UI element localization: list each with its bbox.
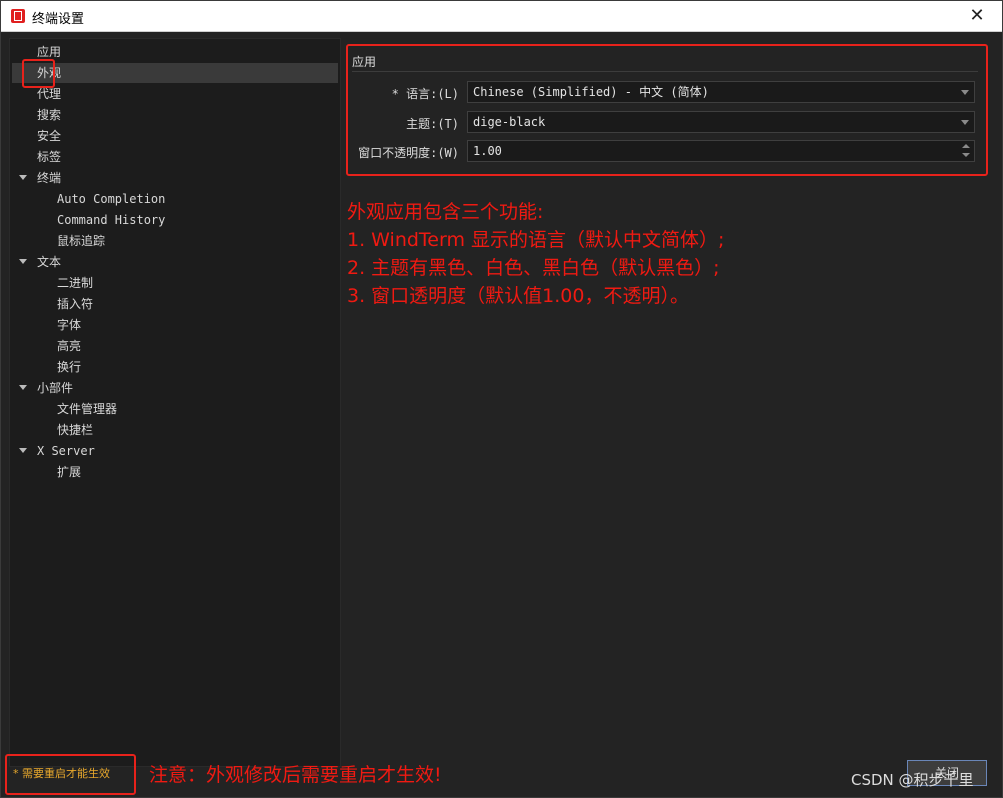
watermark: CSDN @积步千里 xyxy=(851,771,974,789)
sidebar-item-binary[interactable]: 二进制 xyxy=(57,273,93,293)
sidebar-item-caret[interactable]: 插入符 xyxy=(57,294,93,314)
opacity-spinbox[interactable]: 1.00 xyxy=(467,140,975,162)
sidebar-item-x-server[interactable]: X Server xyxy=(37,441,95,461)
expand-caret-icon[interactable] xyxy=(19,446,27,454)
sidebar-item-mouse-tracking[interactable]: 鼠标追踪 xyxy=(57,231,105,251)
restart-annotation: 注意：外观修改后需要重启才生效! xyxy=(149,764,442,786)
sidebar-item-file-manager[interactable]: 文件管理器 xyxy=(57,399,117,419)
theme-select[interactable]: dige-black xyxy=(467,111,975,133)
annotation-line: 2. 主题有黑色、白色、黑白色（默认黑色）; xyxy=(347,257,720,279)
sidebar-item-wrap[interactable]: 换行 xyxy=(57,357,81,377)
annotation-line: 外观应用包含三个功能: xyxy=(347,201,544,223)
window-title: 终端设置 xyxy=(32,12,85,27)
sidebar-item-security[interactable]: 安全 xyxy=(37,126,61,146)
theme-label: 主题:(T) xyxy=(406,117,459,131)
chevron-down-icon xyxy=(961,90,969,95)
sidebar-item-search[interactable]: 搜索 xyxy=(37,105,61,125)
settings-window: 终端设置 ✕ 应用 外观 代理 搜索 安全 标签 终端 Auto Complet… xyxy=(0,0,1003,798)
close-window-button[interactable]: ✕ xyxy=(966,5,988,27)
annotation-line: 3. 窗口透明度（默认值1.00，不透明）。 xyxy=(347,285,689,307)
chevron-down-icon xyxy=(961,120,969,125)
sidebar-item-auto-completion[interactable]: Auto Completion xyxy=(57,189,165,209)
opacity-value: 1.00 xyxy=(473,144,502,158)
app-icon xyxy=(11,9,25,23)
language-select[interactable]: Chinese (Simplified) - 中文 (简体) xyxy=(467,81,975,103)
annotation-line: 1. WindTerm 显示的语言（默认中文简体）; xyxy=(347,229,725,251)
expand-caret-icon[interactable] xyxy=(19,383,27,391)
sidebar-item-quickbar[interactable]: 快捷栏 xyxy=(57,420,93,440)
expand-caret-icon[interactable] xyxy=(19,257,27,265)
sidebar-item-terminal[interactable]: 终端 xyxy=(37,168,61,188)
theme-value: dige-black xyxy=(473,115,546,129)
app-settings-panel: 应用 * 语言:(L) Chinese (Simplified) - 中文 (简… xyxy=(346,44,988,176)
sidebar-item-text[interactable]: 文本 xyxy=(37,252,61,272)
panel-divider xyxy=(352,71,978,72)
sidebar-item-font[interactable]: 字体 xyxy=(57,315,81,335)
opacity-label: 窗口不透明度:(W) xyxy=(358,146,459,160)
panel-title: 应用 xyxy=(352,55,377,69)
appearance-highlight-box xyxy=(22,59,55,88)
settings-sidebar: 应用 外观 代理 搜索 安全 标签 终端 Auto Completion Com… xyxy=(9,38,341,767)
expand-caret-icon[interactable] xyxy=(19,173,27,181)
sidebar-item-tabs[interactable]: 标签 xyxy=(37,147,61,167)
sidebar-item-extension[interactable]: 扩展 xyxy=(57,462,81,482)
settings-content: 应用 外观 代理 搜索 安全 标签 终端 Auto Completion Com… xyxy=(1,32,1002,797)
sidebar-item-highlight[interactable]: 高亮 xyxy=(57,336,81,356)
sidebar-item-widgets[interactable]: 小部件 xyxy=(37,378,73,398)
title-bar: 终端设置 ✕ xyxy=(1,1,1002,32)
annotation-text: 外观应用包含三个功能: 1. WindTerm 显示的语言（默认中文简体）; 2… xyxy=(347,198,724,310)
restart-note: * 需要重启才能生效 xyxy=(13,767,110,780)
restart-note-box: * 需要重启才能生效 xyxy=(5,754,136,795)
sidebar-item-command-history[interactable]: Command History xyxy=(57,210,165,230)
language-label: * 语言:(L) xyxy=(391,87,459,101)
language-value: Chinese (Simplified) - 中文 (简体) xyxy=(473,85,709,99)
sidebar-item-appearance[interactable]: 外观 xyxy=(12,63,338,83)
spin-down-icon[interactable] xyxy=(962,153,970,157)
spin-up-icon[interactable] xyxy=(962,144,970,148)
